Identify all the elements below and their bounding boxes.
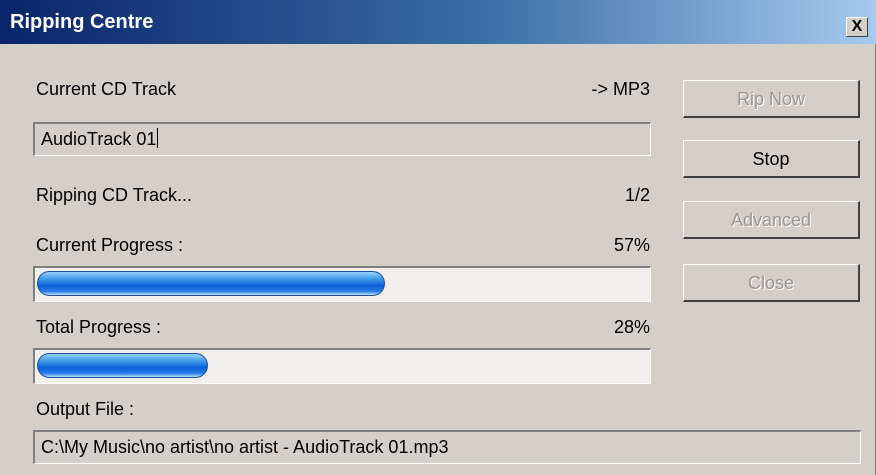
current-progress-fill [37, 271, 385, 296]
output-file-value: C:\My Music\no artist\no artist - AudioT… [41, 437, 449, 457]
title-bar[interactable]: Ripping Centre X [0, 0, 876, 44]
ripping-status-label: Ripping CD Track... [36, 185, 193, 205]
current-track-label: Current CD Track [36, 79, 177, 99]
track-count: 1/2 [624, 185, 650, 205]
advanced-button[interactable]: Advanced [683, 201, 860, 239]
stop-button[interactable]: Stop [683, 140, 860, 178]
track-name-value: AudioTrack 01 [41, 129, 157, 149]
current-progress-bar [33, 266, 651, 302]
ripping-centre-window: Ripping Centre X Current CD Track -> MP3… [0, 0, 876, 475]
total-progress-bar [33, 348, 651, 384]
output-file-label: Output File : [36, 399, 135, 419]
text-caret [157, 128, 159, 148]
current-progress-percent: 57% [613, 235, 650, 255]
window-title: Ripping Centre [10, 11, 154, 33]
rip-now-button[interactable]: Rip Now [683, 80, 860, 118]
total-progress-fill [37, 353, 208, 378]
close-button[interactable]: Close [683, 264, 860, 302]
output-file-field: C:\My Music\no artist\no artist - AudioT… [33, 430, 861, 464]
output-format-label: -> MP3 [591, 79, 650, 99]
total-progress-label: Total Progress : [36, 317, 162, 337]
track-name-field[interactable]: AudioTrack 01 [33, 122, 651, 156]
close-icon[interactable]: X [846, 17, 868, 37]
current-progress-label: Current Progress : [36, 235, 184, 255]
total-progress-percent: 28% [613, 317, 650, 337]
